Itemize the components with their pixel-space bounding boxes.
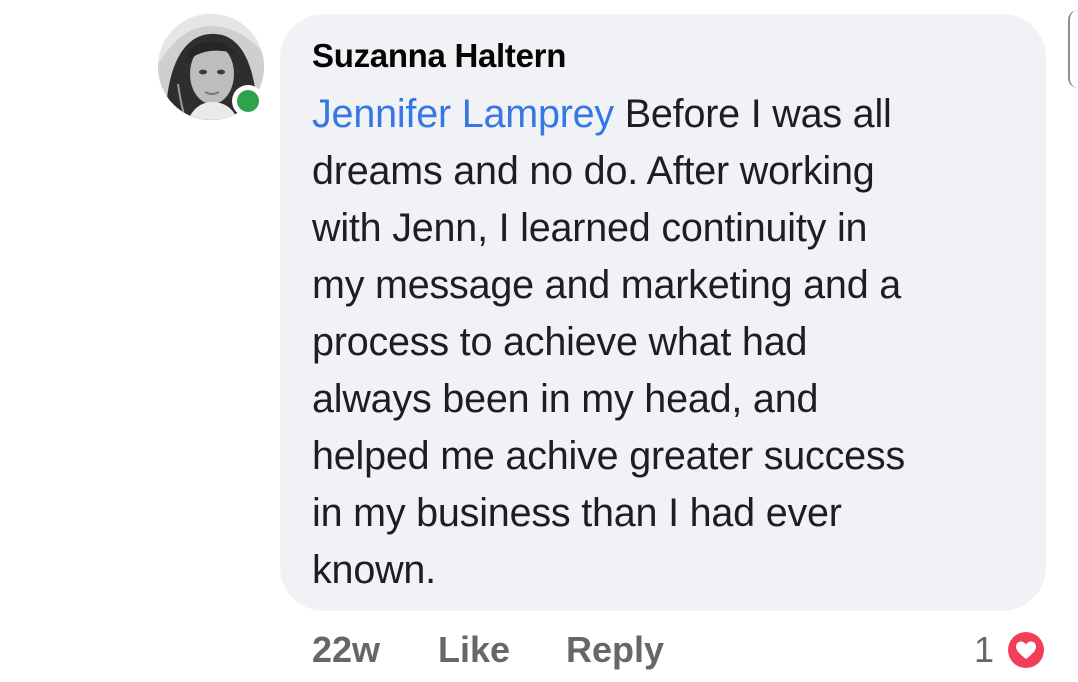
comment-line: in my business than I had ever: [312, 491, 842, 535]
comment-timestamp[interactable]: 22w: [312, 626, 380, 674]
like-button[interactable]: Like: [438, 626, 510, 674]
reply-button[interactable]: Reply: [566, 626, 664, 674]
comment-line: process to achieve what had: [312, 320, 808, 364]
comment-author-name[interactable]: Suzanna Haltern: [312, 36, 566, 76]
reaction-summary[interactable]: 1: [974, 626, 1054, 674]
scroll-edge: [1068, 10, 1078, 88]
online-status-indicator: [232, 85, 264, 117]
comment-line: my message and marketing and a: [312, 263, 902, 307]
comment-line: always been in my head, and: [312, 377, 819, 421]
comment-body: Jennifer Lamprey Before I was all dreams…: [312, 86, 1022, 599]
love-reaction-icon: [1004, 628, 1048, 672]
comment-line: helped me achive greater success: [312, 434, 906, 478]
online-dot-icon: [237, 90, 259, 112]
mention-link[interactable]: Jennifer Lamprey: [312, 92, 614, 136]
reaction-count: 1: [974, 629, 995, 670]
comment-line: dreams and no do. After working: [312, 149, 875, 193]
comment-line: with Jenn, I learned continuity in: [312, 206, 868, 250]
comment-line: known.: [312, 548, 436, 592]
comment-line: Jennifer Lamprey Before I was all: [312, 86, 1022, 143]
comment-text-segment: Before I was all: [613, 92, 892, 136]
comment-thread: Suzanna Haltern Jennifer Lamprey Before …: [0, 0, 1078, 682]
